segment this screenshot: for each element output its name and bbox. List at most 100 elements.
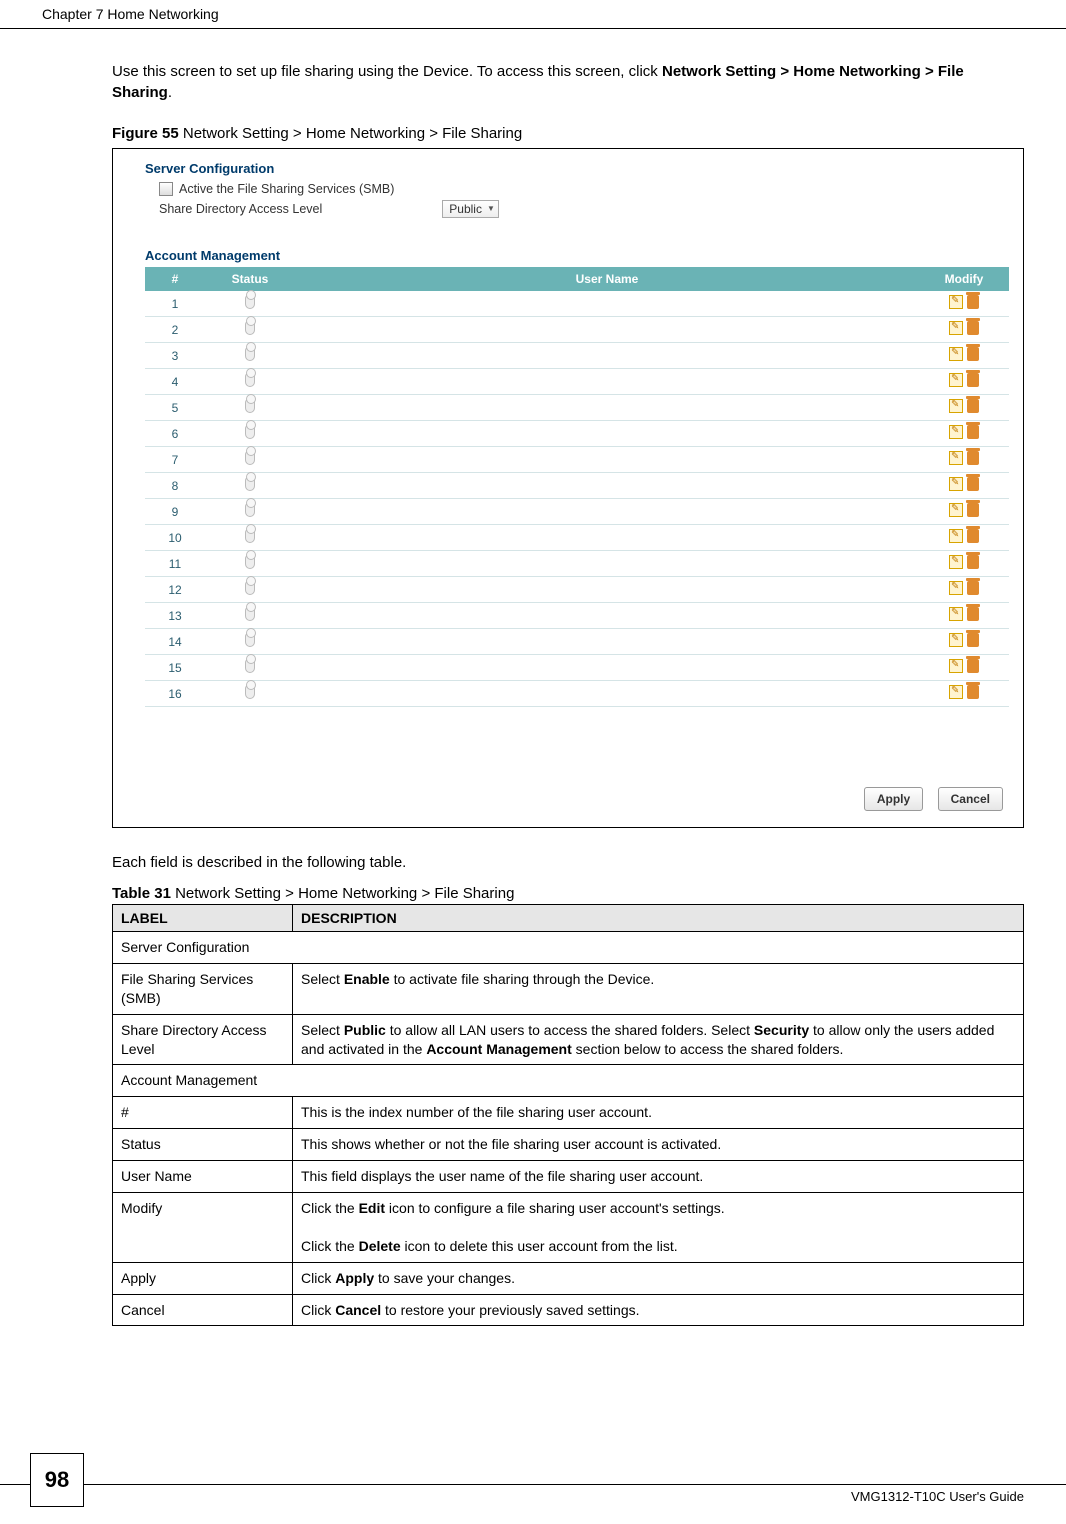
bulb-icon [245, 503, 255, 517]
edit-icon[interactable] [949, 295, 963, 309]
page-number: 98 [30, 1453, 84, 1507]
intro-text-c: . [168, 84, 172, 101]
cancel-button[interactable]: Cancel [938, 787, 1003, 811]
edit-icon[interactable] [949, 451, 963, 465]
edit-icon[interactable] [949, 399, 963, 413]
account-management-heading: Account Management [145, 248, 1009, 263]
col-number-header: # [145, 267, 205, 291]
apply-button[interactable]: Apply [864, 787, 923, 811]
edit-icon[interactable] [949, 373, 963, 387]
bulb-icon [245, 373, 255, 387]
delete-icon[interactable] [967, 581, 979, 595]
bulb-icon [245, 581, 255, 595]
delete-icon[interactable] [967, 321, 979, 335]
row-modify [919, 603, 1009, 629]
row-label: # [113, 1097, 293, 1129]
row-username [295, 655, 919, 681]
figure-caption: Figure 55 Network Setting > Home Network… [112, 125, 1024, 142]
row-number: 15 [145, 655, 205, 681]
delete-icon[interactable] [967, 659, 979, 673]
row-description: Select Enable to activate file sharing t… [293, 963, 1024, 1014]
delete-icon[interactable] [967, 503, 979, 517]
table-row: File Sharing Services (SMB)Select Enable… [113, 963, 1024, 1014]
row-status [205, 447, 295, 473]
row-label: Cancel [113, 1294, 293, 1326]
edit-icon[interactable] [949, 633, 963, 647]
table-row: 3 [145, 343, 1009, 369]
row-description: This shows whether or not the file shari… [293, 1129, 1024, 1161]
row-modify [919, 473, 1009, 499]
bulb-icon [245, 347, 255, 361]
row-description: This field displays the user name of the… [293, 1161, 1024, 1193]
row-label: User Name [113, 1161, 293, 1193]
row-description: Click Apply to save your changes. [293, 1262, 1024, 1294]
table-row: 9 [145, 499, 1009, 525]
row-status [205, 603, 295, 629]
desc-head-label: LABEL [113, 905, 293, 932]
delete-icon[interactable] [967, 685, 979, 699]
edit-icon[interactable] [949, 555, 963, 569]
delete-icon[interactable] [967, 451, 979, 465]
table-row: 16 [145, 681, 1009, 707]
bulb-icon [245, 321, 255, 335]
server-configuration-heading: Server Configuration [145, 161, 1009, 176]
edit-icon[interactable] [949, 425, 963, 439]
table-row: Account Management [113, 1065, 1024, 1097]
bulb-icon [245, 633, 255, 647]
row-status [205, 395, 295, 421]
share-directory-value: Public [449, 202, 482, 216]
share-directory-select[interactable]: Public [442, 200, 499, 218]
edit-icon[interactable] [949, 321, 963, 335]
row-label: File Sharing Services (SMB) [113, 963, 293, 1014]
table-row: 14 [145, 629, 1009, 655]
delete-icon[interactable] [967, 425, 979, 439]
edit-icon[interactable] [949, 529, 963, 543]
row-number: 8 [145, 473, 205, 499]
row-username [295, 291, 919, 317]
delete-icon[interactable] [967, 555, 979, 569]
delete-icon[interactable] [967, 399, 979, 413]
row-username [295, 629, 919, 655]
delete-icon[interactable] [967, 633, 979, 647]
table-row: 10 [145, 525, 1009, 551]
row-number: 5 [145, 395, 205, 421]
table-row: 4 [145, 369, 1009, 395]
bulb-icon [245, 607, 255, 621]
edit-icon[interactable] [949, 477, 963, 491]
row-username [295, 551, 919, 577]
active-file-sharing-checkbox[interactable] [159, 182, 173, 196]
description-table: LABEL DESCRIPTION Server ConfigurationFi… [112, 904, 1024, 1326]
delete-icon[interactable] [967, 347, 979, 361]
row-label: Share Directory Access Level [113, 1014, 293, 1065]
row-number: 12 [145, 577, 205, 603]
row-username [295, 447, 919, 473]
delete-icon[interactable] [967, 529, 979, 543]
edit-icon[interactable] [949, 607, 963, 621]
bulb-icon [245, 451, 255, 465]
delete-icon[interactable] [967, 295, 979, 309]
edit-icon[interactable] [949, 685, 963, 699]
edit-icon[interactable] [949, 503, 963, 517]
col-status-header: Status [205, 267, 295, 291]
active-file-sharing-row: Active the File Sharing Services (SMB) [159, 182, 1009, 196]
delete-icon[interactable] [967, 373, 979, 387]
row-modify [919, 395, 1009, 421]
edit-icon[interactable] [949, 347, 963, 361]
row-number: 16 [145, 681, 205, 707]
table-caption-rest: Network Setting > Home Networking > File… [171, 885, 514, 902]
delete-icon[interactable] [967, 477, 979, 491]
edit-icon[interactable] [949, 581, 963, 595]
row-modify [919, 577, 1009, 603]
edit-icon[interactable] [949, 659, 963, 673]
after-figure-text: Each field is described in the following… [112, 854, 1024, 871]
row-username [295, 421, 919, 447]
table-caption-bold: Table 31 [112, 885, 171, 902]
delete-icon[interactable] [967, 607, 979, 621]
page-header: Chapter 7 Home Networking [0, 0, 1066, 29]
row-status [205, 317, 295, 343]
row-username [295, 343, 919, 369]
row-username [295, 317, 919, 343]
row-status [205, 421, 295, 447]
row-number: 3 [145, 343, 205, 369]
table-row: 8 [145, 473, 1009, 499]
